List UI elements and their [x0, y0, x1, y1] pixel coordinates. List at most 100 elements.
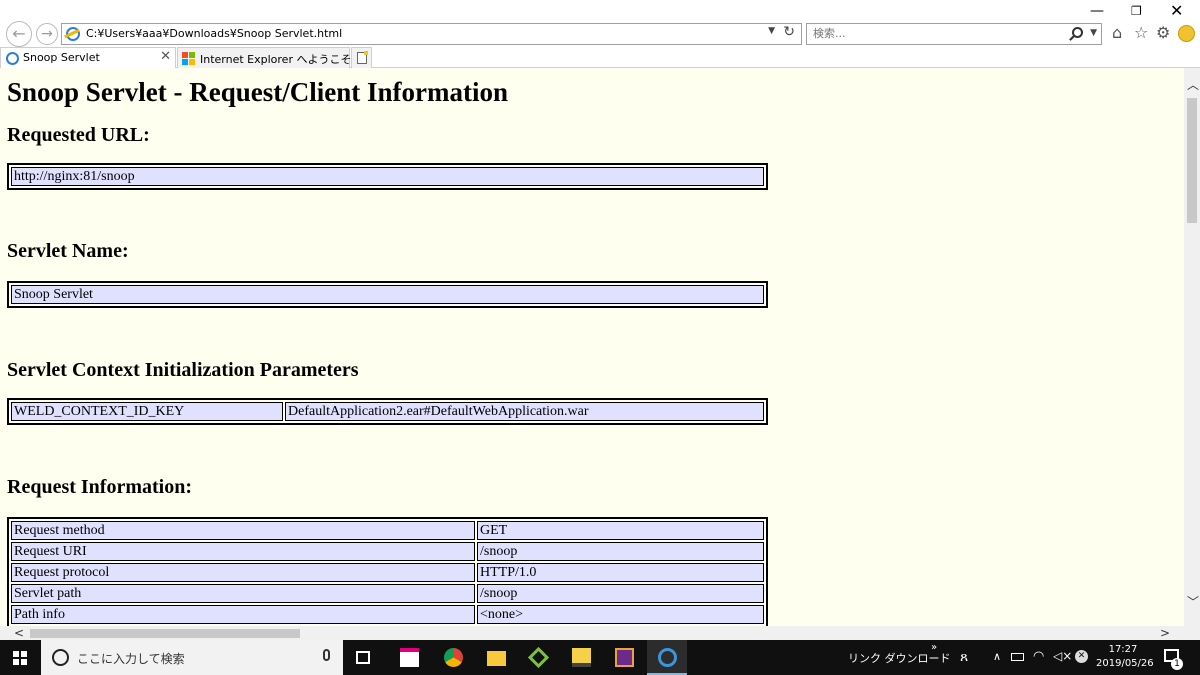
taskbar-app-internet-explorer[interactable] [647, 640, 687, 675]
notification-count-badge: 1 [1171, 658, 1183, 670]
table-row: http://nginx:81/snoop [11, 167, 764, 186]
chrome-icon [444, 648, 463, 667]
close-tab-icon[interactable]: ✕ [160, 49, 171, 64]
microphone-icon[interactable] [323, 649, 330, 661]
info-value-cell: /snoop [477, 584, 764, 603]
info-key-cell: Request method [11, 521, 475, 540]
clock-time: 17:27 [1108, 644, 1138, 655]
error-status-icon[interactable]: ✕ [1075, 650, 1088, 663]
request-info-table: Request method GET Request URI /snoop Re… [7, 517, 768, 626]
table-cell: Snoop Servlet [11, 285, 764, 304]
horizontal-scroll-thumb[interactable] [30, 629, 300, 638]
taskbar-app-notepad[interactable] [389, 640, 429, 675]
table-row: Request URI /snoop [11, 542, 764, 561]
search-box[interactable]: ▼ [806, 23, 1102, 45]
request-info-heading: Request Information: [7, 476, 192, 498]
ie-page-icon [66, 27, 80, 41]
task-view-icon[interactable] [356, 651, 370, 664]
search-icon[interactable] [1072, 27, 1083, 38]
vertical-scrollbar[interactable]: ︿ ﹀ [1184, 68, 1200, 626]
tab-ie-welcome[interactable]: Internet Explorer へようこそ [177, 47, 352, 68]
context-params-table: WELD_CONTEXT_ID_KEY DefaultApplication2.… [7, 398, 768, 425]
info-key-cell: Path info [11, 605, 475, 624]
cortana-icon [52, 649, 69, 666]
tab-strip: Snoop Servlet ✕ Internet Explorer へようこそ [0, 47, 1200, 68]
horizontal-scrollbar[interactable]: < > [0, 626, 1184, 640]
info-value-cell: GET [477, 521, 764, 540]
new-tab-icon [357, 51, 368, 64]
forward-button[interactable]: → [36, 23, 58, 45]
taskbar: ここに入力して検索 リンク ダウンロード » ጸ ∧ ◠ ◁× ✕ 17:27 … [0, 640, 1200, 675]
back-button[interactable]: ← [6, 21, 32, 47]
vertical-scroll-thumb[interactable] [1187, 98, 1197, 223]
windows-logo-icon [13, 651, 27, 665]
internet-explorer-icon [658, 648, 677, 667]
requested-url-heading: Requested URL: [7, 124, 150, 146]
search-dropdown-icon[interactable]: ▼ [1090, 28, 1097, 38]
page-title: Snoop Servlet - Request/Client Informati… [7, 77, 508, 107]
taskbar-app-chrome[interactable] [433, 640, 473, 675]
info-value-cell: <none> [477, 605, 764, 624]
taskbar-app-terminal[interactable] [561, 640, 601, 675]
taskbar-app-game[interactable] [604, 640, 644, 675]
home-icon[interactable]: ⌂ [1112, 24, 1122, 42]
taskbar-search-box[interactable]: ここに入力して検索 [41, 640, 343, 675]
gear-icon[interactable]: ⚙ [1156, 24, 1170, 42]
address-dropdown-icon[interactable]: ▼ [768, 26, 775, 36]
battery-icon[interactable] [1011, 653, 1024, 661]
table-row: Request protocol HTTP/1.0 [11, 563, 764, 582]
system-clock[interactable]: 17:27 2019/05/26 [1096, 643, 1154, 671]
browser-toolbar: ← → C:¥Users¥aaa¥Downloads¥Snoop Servlet… [0, 0, 1200, 47]
servlet-name-heading: Servlet Name: [7, 240, 129, 262]
volume-muted-icon[interactable]: ◁× [1053, 649, 1072, 663]
table-row: WELD_CONTEXT_ID_KEY DefaultApplication2.… [11, 402, 764, 421]
context-params-heading: Servlet Context Initialization Parameter… [7, 359, 359, 381]
microsoft-logo-icon [182, 52, 195, 65]
ie-page-icon [6, 52, 19, 65]
param-value-cell: DefaultApplication2.ear#DefaultWebApplic… [285, 402, 764, 421]
terminal-icon [572, 648, 591, 667]
taskbar-search-placeholder[interactable]: ここに入力して検索 [77, 650, 185, 667]
scroll-left-icon[interactable]: < [14, 626, 24, 640]
taskbar-app-vmware[interactable] [518, 640, 558, 675]
wifi-icon[interactable]: ◠ [1033, 649, 1044, 664]
restore-button[interactable]: ❐ [1131, 4, 1142, 18]
scroll-right-icon[interactable]: > [1160, 626, 1170, 640]
people-icon[interactable]: ጸ [960, 649, 968, 665]
game-icon [615, 648, 634, 667]
scrollbar-corner [1184, 626, 1200, 640]
address-bar[interactable]: C:¥Users¥aaa¥Downloads¥Snoop Servlet.htm… [61, 23, 802, 45]
tray-more-chevron-icon[interactable]: » [931, 642, 937, 653]
address-url[interactable]: C:¥Users¥aaa¥Downloads¥Snoop Servlet.htm… [86, 27, 342, 40]
favorites-star-icon[interactable]: ☆ [1134, 24, 1148, 42]
smiley-feedback-icon[interactable] [1178, 25, 1195, 42]
taskbar-app-file-explorer[interactable] [476, 640, 516, 675]
tab-snoop-servlet[interactable]: Snoop Servlet ✕ [0, 47, 176, 68]
scroll-down-icon[interactable]: ﹀ [1187, 596, 1199, 608]
info-key-cell: Request URI [11, 542, 475, 561]
close-window-button[interactable]: ✕ [1170, 1, 1183, 20]
refresh-icon[interactable]: ↻ [783, 24, 795, 40]
tab-label: Snoop Servlet [23, 51, 100, 64]
scroll-up-icon[interactable]: ︿ [1187, 79, 1199, 91]
requested-url-table: http://nginx:81/snoop [7, 163, 768, 190]
clock-date: 2019/05/26 [1096, 658, 1154, 669]
vmware-icon [527, 646, 550, 669]
table-row: Snoop Servlet [11, 285, 764, 304]
minimize-button[interactable]: — [1090, 3, 1104, 19]
search-input[interactable] [813, 27, 1013, 40]
param-name-cell: WELD_CONTEXT_ID_KEY [11, 402, 283, 421]
info-key-cell: Request protocol [11, 563, 475, 582]
show-hidden-icons-chevron-icon[interactable]: ∧ [993, 650, 1001, 663]
info-key-cell: Servlet path [11, 584, 475, 603]
new-tab-button[interactable] [351, 47, 372, 68]
table-row: Servlet path /snoop [11, 584, 764, 603]
tab-label: Internet Explorer へようこそ [200, 53, 352, 66]
page-viewport: Snoop Servlet - Request/Client Informati… [0, 68, 1184, 626]
info-value-cell: HTTP/1.0 [477, 563, 764, 582]
info-value-cell: /snoop [477, 542, 764, 561]
table-cell: http://nginx:81/snoop [11, 167, 764, 186]
start-button[interactable] [0, 640, 40, 675]
forward-arrow-icon: → [41, 26, 53, 42]
folder-icon [487, 651, 506, 666]
